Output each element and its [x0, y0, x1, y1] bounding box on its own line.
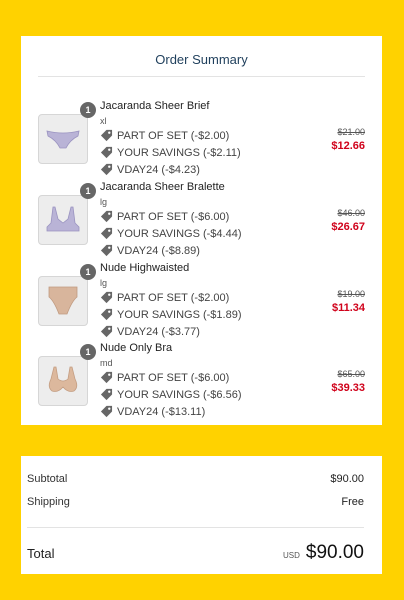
discount-label: PART OF SET (-$2.00)	[117, 291, 230, 304]
discount-label: YOUR SAVINGS (-$1.89)	[117, 308, 242, 321]
product-size: md	[100, 358, 113, 368]
product-image[interactable]	[38, 276, 88, 326]
tag-icon	[100, 244, 113, 257]
subtotal-value: $90.00	[330, 473, 364, 485]
product-image[interactable]	[38, 114, 88, 164]
discount-line: VDAY24 (-$4.23)	[100, 163, 200, 176]
divider	[38, 76, 365, 77]
discount-line: PART OF SET (-$2.00)	[100, 129, 229, 142]
discount-line: YOUR SAVINGS (-$2.11)	[100, 146, 241, 159]
product-image[interactable]	[38, 356, 88, 406]
highwaisted-icon	[48, 286, 78, 315]
order-summary-title: Order Summary	[155, 52, 248, 67]
line-item: 1 Nude Only Bra md PART OF SET (-$6.00) …	[21, 342, 382, 422]
tag-icon	[100, 163, 113, 176]
tag-icon	[100, 291, 113, 304]
tag-icon	[100, 146, 113, 159]
tag-icon	[100, 227, 113, 240]
line-item: 1 Jacaranda Sheer Bralette lg PART OF SE…	[21, 181, 382, 261]
shipping-label: Shipping	[27, 496, 70, 508]
discount-line: VDAY24 (-$3.77)	[100, 325, 200, 338]
product-size: lg	[100, 197, 108, 207]
subtotal-row: Subtotal $90.00	[27, 473, 364, 485]
total-row: Total USD $90.00	[27, 542, 364, 564]
order-summary-card: Order Summary 1 Jacaranda Sheer Brief xl…	[21, 36, 382, 425]
currency-code: USD	[282, 551, 300, 560]
tag-icon	[100, 371, 113, 384]
discount-label: PART OF SET (-$2.00)	[117, 129, 230, 142]
total-label: Total	[27, 545, 55, 561]
discount-label: VDAY24 (-$4.23)	[117, 163, 200, 176]
bralette-icon	[46, 206, 80, 232]
bra-icon	[48, 366, 78, 392]
discount-line: YOUR SAVINGS (-$6.56)	[100, 388, 242, 401]
sale-price: $39.33	[331, 382, 365, 394]
discount-label: VDAY24 (-$8.89)	[117, 244, 200, 257]
product-name: Nude Highwaisted	[100, 262, 190, 274]
tag-icon	[100, 308, 113, 321]
discount-line: YOUR SAVINGS (-$4.44)	[100, 227, 242, 240]
product-name: Nude Only Bra	[100, 342, 173, 354]
discount-label: PART OF SET (-$6.00)	[117, 371, 230, 384]
discount-label: YOUR SAVINGS (-$4.44)	[117, 227, 242, 240]
product-size: lg	[100, 278, 108, 288]
shipping-value: Free	[341, 496, 364, 508]
discount-label: YOUR SAVINGS (-$6.56)	[117, 388, 242, 401]
sale-price: $11.34	[331, 302, 365, 314]
original-price: $46.00	[337, 208, 365, 218]
discount-line: VDAY24 (-$8.89)	[100, 244, 200, 257]
quantity-badge: 1	[80, 183, 96, 199]
tag-icon	[100, 405, 113, 418]
original-price: $21.00	[337, 127, 365, 137]
shipping-row: Shipping Free	[27, 496, 364, 508]
product-image[interactable]	[38, 195, 88, 245]
product-name: Jacaranda Sheer Brief	[100, 100, 210, 112]
sale-price: $26.67	[331, 221, 365, 233]
order-totals-card: Subtotal $90.00 Shipping Free Total USD …	[21, 456, 382, 574]
product-size: xl	[100, 116, 107, 126]
quantity-badge: 1	[80, 102, 96, 118]
line-item: 1 Jacaranda Sheer Brief xl PART OF SET (…	[21, 100, 382, 180]
tag-icon	[100, 129, 113, 142]
original-price: $19.00	[337, 289, 365, 299]
subtotal-label: Subtotal	[27, 473, 68, 485]
discount-line: PART OF SET (-$6.00)	[100, 210, 229, 223]
sale-price: $12.66	[331, 140, 365, 152]
tag-icon	[100, 388, 113, 401]
product-name: Jacaranda Sheer Bralette	[100, 181, 225, 193]
quantity-badge: 1	[80, 264, 96, 280]
discount-label: YOUR SAVINGS (-$2.11)	[117, 146, 241, 159]
discount-line: PART OF SET (-$2.00)	[100, 291, 229, 304]
discount-label: VDAY24 (-$3.77)	[117, 325, 200, 338]
total-value: $90.00	[305, 542, 364, 563]
tag-icon	[100, 210, 113, 223]
discount-line: PART OF SET (-$6.00)	[100, 371, 229, 384]
line-item: 1 Nude Highwaisted lg PART OF SET (-$2.0…	[21, 262, 382, 342]
tag-icon	[100, 325, 113, 338]
quantity-badge: 1	[80, 344, 96, 360]
brief-icon	[46, 130, 80, 149]
divider	[27, 527, 364, 528]
discount-label: PART OF SET (-$6.00)	[117, 210, 230, 223]
original-price: $65.00	[337, 369, 365, 379]
discount-line: VDAY24 (-$13.11)	[100, 405, 205, 418]
discount-label: VDAY24 (-$13.11)	[117, 405, 206, 418]
discount-line: YOUR SAVINGS (-$1.89)	[100, 308, 242, 321]
